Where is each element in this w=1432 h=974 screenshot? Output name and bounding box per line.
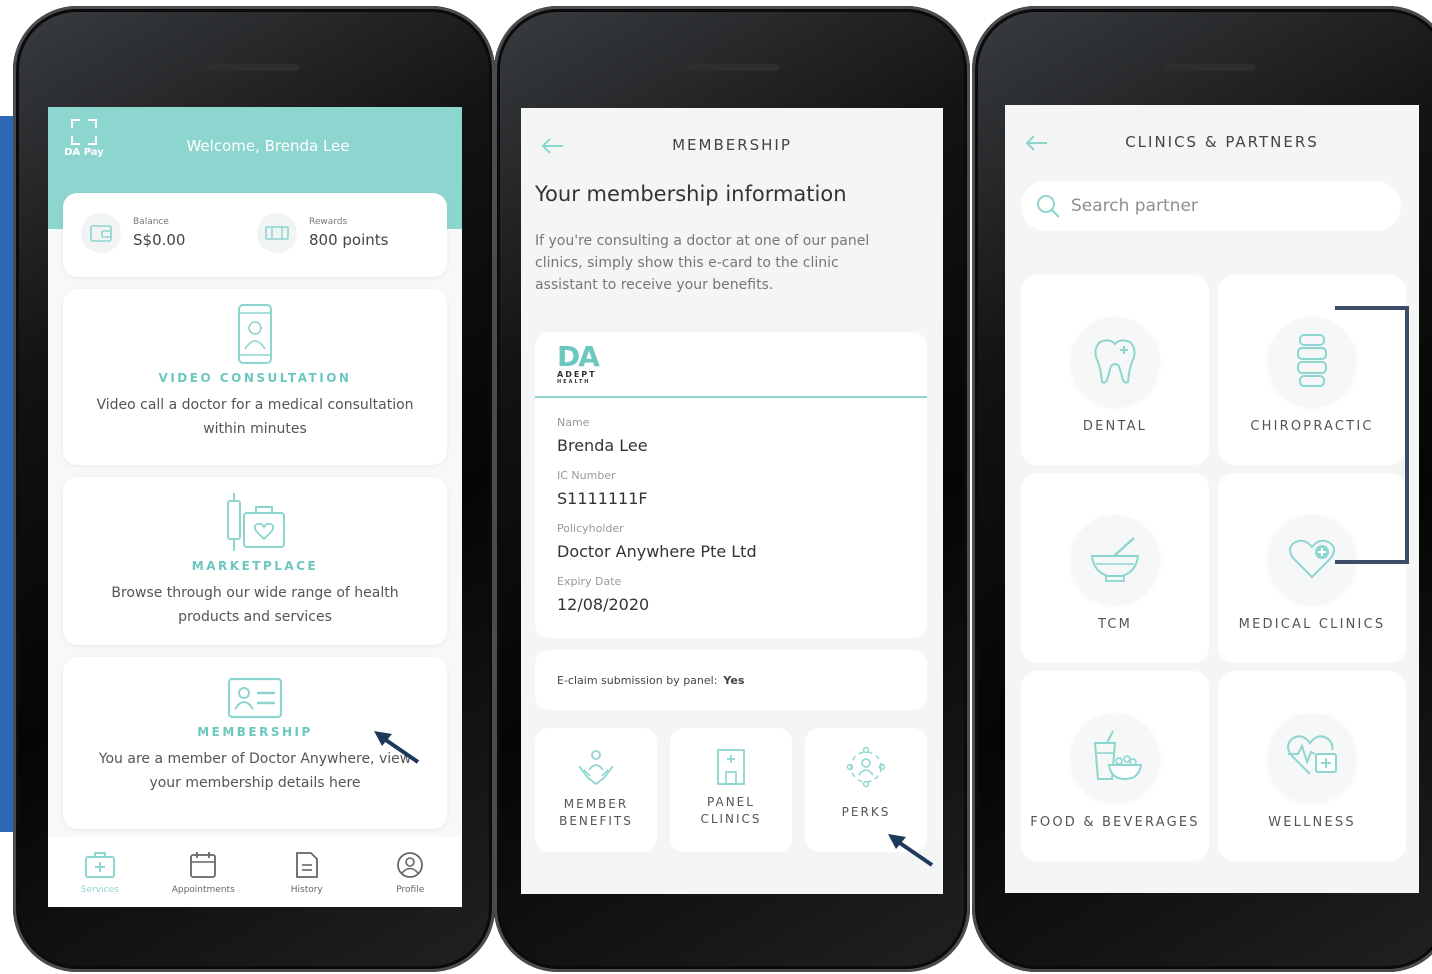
- tab-history[interactable]: History: [255, 837, 359, 907]
- bottom-tab-bar: Services Appointments History Profile: [48, 837, 462, 907]
- membership-ecard: DA ADEPT HEALTH Name Brenda Lee IC Numbe…: [535, 332, 927, 638]
- name-value: Brenda Lee: [557, 436, 648, 455]
- tooth-icon: [1094, 339, 1136, 384]
- service-title: MARKETPLACE: [191, 559, 319, 573]
- category-tcm[interactable]: TCM: [1021, 473, 1209, 663]
- rewards-value: 800 points: [309, 231, 389, 249]
- phone-speaker: [208, 64, 300, 71]
- policyholder-value: Doctor Anywhere Pte Ltd: [557, 542, 757, 561]
- da-pay-label: DA Pay: [64, 147, 104, 158]
- marketplace-card[interactable]: MARKETPLACE Browse through our wide rang…: [63, 477, 447, 645]
- phone-frame-services: DA Pay Welcome, Brenda Lee Balance S$0.0…: [13, 6, 495, 972]
- heart-plus-icon: [1289, 539, 1335, 579]
- wallet-icon: [81, 213, 121, 253]
- da-pay-button[interactable]: DA Pay: [62, 119, 106, 158]
- balance-value: S$0.00: [133, 231, 186, 249]
- document-icon: [295, 852, 318, 878]
- service-description: Video call a doctor for a medical consul…: [96, 397, 414, 437]
- policyholder-label: Policyholder: [557, 522, 624, 535]
- network-people-icon: [846, 746, 886, 788]
- name-label: Name: [557, 416, 590, 429]
- pointer-arrow-icon: [374, 731, 420, 764]
- rewards-label: Rewards: [309, 217, 348, 227]
- category-label: WELLNESS: [1268, 815, 1356, 830]
- food-drink-icon: [1093, 730, 1143, 781]
- eclaim-label: E-claim submission by panel:: [557, 674, 718, 687]
- expiry-label: Expiry Date: [557, 575, 622, 588]
- video-consultation-card[interactable]: VIDEO CONSULTATION Video call a doctor f…: [63, 289, 447, 465]
- benefit-label: MEMBER BENEFITS: [559, 797, 633, 828]
- adept-health-logo: DA ADEPT HEALTH: [557, 340, 600, 386]
- tab-services[interactable]: Services: [48, 837, 152, 907]
- ticket-icon: [257, 213, 297, 253]
- expiry-value: 12/08/2020: [557, 595, 650, 614]
- mortar-pestle-icon: [1090, 537, 1140, 582]
- eclaim-value: Yes: [723, 674, 745, 687]
- ic-number-value: S1111111F: [557, 489, 648, 508]
- category-wellness[interactable]: WELLNESS: [1218, 671, 1406, 861]
- service-title: VIDEO CONSULTATION: [158, 371, 352, 385]
- highlight-bracket: [1335, 306, 1409, 564]
- category-dental[interactable]: DENTAL: [1021, 275, 1209, 465]
- services-screen: DA Pay Welcome, Brenda Lee Balance S$0.0…: [48, 107, 462, 907]
- spine-icon: [1297, 334, 1327, 387]
- benefit-label: PANEL CLINICS: [700, 795, 762, 826]
- benefit-label: PERKS: [841, 805, 891, 819]
- category-label: FOOD & BEVERAGES: [1030, 815, 1200, 830]
- calendar-icon: [190, 852, 217, 878]
- rewards-item[interactable]: Rewards 800 points: [257, 213, 388, 253]
- tab-label: Appointments: [171, 885, 235, 895]
- page-title: CLINICS & PARTNERS: [1125, 133, 1319, 151]
- page-title: MEMBERSHIP: [672, 136, 792, 154]
- balance-card: Balance S$0.00 Rewards 800 points: [63, 193, 447, 277]
- tab-label: History: [290, 885, 323, 895]
- ic-number-label: IC Number: [557, 469, 616, 482]
- pointer-arrow-icon: [888, 834, 934, 867]
- phone-frame-membership: MEMBERSHIP Your membership information I…: [494, 6, 970, 972]
- phone-speaker: [1164, 64, 1256, 71]
- service-description: Browse through our wide range of health …: [111, 585, 399, 625]
- tab-label: Services: [80, 885, 119, 895]
- category-label: MEDICAL CLINICS: [1238, 617, 1386, 632]
- scan-icon: [71, 119, 97, 145]
- membership-screen: MEMBERSHIP Your membership information I…: [521, 108, 943, 894]
- hands-person-icon: [578, 750, 614, 786]
- eclaim-card: E-claim submission by panel: Yes: [535, 650, 927, 710]
- medical-bag-icon: [84, 852, 115, 878]
- panel-clinics-button[interactable]: PANEL CLINICS: [670, 728, 792, 852]
- balance-item[interactable]: Balance S$0.00: [81, 213, 185, 253]
- search-input[interactable]: Search partner: [1021, 181, 1401, 231]
- category-food-beverages[interactable]: FOOD & BEVERAGES: [1021, 671, 1209, 861]
- card-divider: [535, 396, 927, 398]
- clinic-building-icon: [717, 749, 745, 785]
- phone-doctor-icon: [238, 304, 272, 364]
- tab-label: Profile: [396, 885, 425, 895]
- user-circle-icon: [397, 852, 424, 878]
- category-label: TCM: [1097, 617, 1133, 632]
- member-benefits-button[interactable]: MEMBER BENEFITS: [535, 728, 657, 852]
- welcome-text: Welcome, Brenda Lee: [186, 137, 350, 155]
- tab-appointments[interactable]: Appointments: [152, 837, 256, 907]
- category-label: DENTAL: [1082, 419, 1148, 434]
- tab-profile[interactable]: Profile: [359, 837, 463, 907]
- id-card-icon: [227, 677, 283, 719]
- search-icon: [1037, 195, 1060, 218]
- balance-label: Balance: [133, 217, 169, 227]
- membership-intro: If you're consulting a doctor at one of …: [535, 233, 870, 293]
- phone-speaker: [688, 64, 780, 71]
- heart-pulse-icon: [1287, 735, 1337, 775]
- membership-heading: Your membership information: [535, 182, 847, 206]
- medical-kit-icon: [227, 493, 285, 551]
- search-placeholder: Search partner: [1071, 196, 1198, 216]
